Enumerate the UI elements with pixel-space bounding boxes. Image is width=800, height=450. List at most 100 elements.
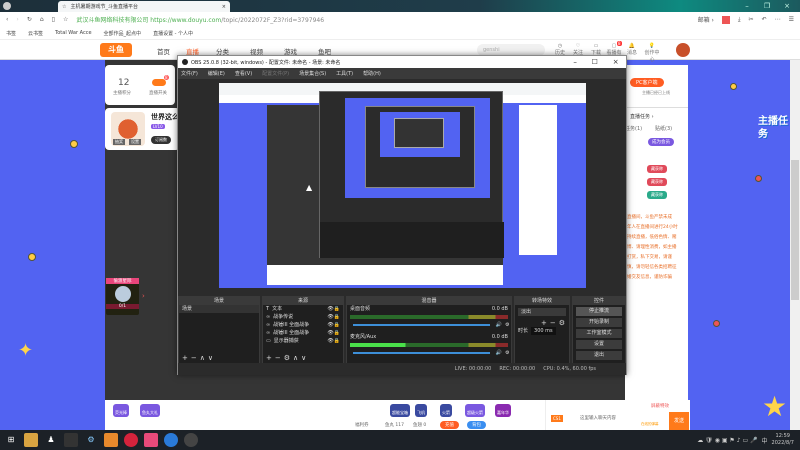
menu-file[interactable]: 文件(F) — [181, 70, 198, 77]
more-icon[interactable]: ⋯ — [775, 16, 781, 23]
charge-button[interactable]: 充值 — [440, 421, 459, 429]
become-member-button[interactable]: 成为会员 — [648, 138, 674, 146]
minimize-button[interactable]: – — [740, 1, 754, 11]
move-down-icon[interactable]: ∨ — [208, 354, 213, 362]
move-up-icon[interactable]: ∧ — [200, 354, 205, 362]
menu-view[interactable]: 查看(V) — [235, 70, 252, 77]
source-item[interactable]: ▭ 显示器捕获 👁🔒 — [263, 337, 343, 345]
add-icon[interactable]: + — [541, 319, 547, 327]
menu-edit[interactable]: 编辑(E) — [208, 70, 225, 77]
event-next-icon[interactable]: › — [142, 292, 145, 300]
netease-music-icon[interactable] — [124, 433, 138, 447]
gear-icon[interactable]: ⚙ — [505, 349, 509, 357]
source-item[interactable]: ∞ 战锤III 全面战争 👁🔒 — [263, 321, 343, 329]
menu-help[interactable]: 帮助(H) — [363, 70, 381, 77]
source-item[interactable]: ∞ 战锤III 全面战争 👁🔒 — [263, 329, 343, 337]
obs-minimize-button[interactable]: – — [573, 58, 577, 66]
reload-icon[interactable]: ↻ — [27, 16, 32, 23]
move-down-icon[interactable]: ∨ — [301, 354, 306, 362]
mail-link[interactable]: 邮箱 › — [698, 15, 714, 24]
bookmark-item[interactable]: 云书签 — [28, 30, 43, 37]
pc-client-button[interactable]: PC客户端 — [630, 78, 664, 87]
obs-close-button[interactable]: × — [613, 58, 619, 66]
maximize-button[interactable]: ❐ — [760, 1, 774, 11]
volume-slider[interactable] — [353, 352, 490, 354]
gift-item[interactable]: 鱼丸大礼 — [140, 404, 160, 417]
exit-button[interactable]: 退出 — [576, 351, 622, 360]
speaker-icon[interactable]: 🔊 — [496, 321, 502, 329]
gift-item[interactable]: 火箭 — [440, 404, 452, 417]
transition-select[interactable]: 淡出 — [518, 308, 566, 316]
remove-icon[interactable]: − — [550, 319, 556, 327]
scissors-icon[interactable]: ✂ — [749, 16, 754, 23]
volume-slider[interactable] — [353, 324, 490, 326]
bookmark-item[interactable]: 全部作品_起点中 — [104, 30, 142, 37]
file-explorer-icon[interactable] — [24, 433, 38, 447]
subscribe-button[interactable]: 订阅数 — [151, 136, 171, 144]
obs-preview[interactable]: ▲ — [219, 83, 586, 288]
bookmark-item[interactable]: Total War Acce — [55, 30, 92, 36]
add-icon[interactable]: + — [182, 354, 188, 362]
tray-icons[interactable]: ☁ 🛡 ◉ ▣ ⚑ ♪ ▭ 🎤 — [697, 437, 757, 444]
tab-tasks[interactable]: 任务(1) — [625, 125, 642, 132]
gear-icon[interactable]: ⚙ — [559, 319, 565, 327]
app-icon[interactable] — [104, 433, 118, 447]
streamer-task-promo[interactable]: 主播任务 — [758, 115, 788, 153]
menu-icon[interactable]: ☰ — [789, 16, 794, 23]
url-input[interactable]: 武汉斗鱼网络科技有限公司 https://www.douyu.com/topic… — [76, 15, 324, 24]
gift-item[interactable]: 嘉年华 — [495, 404, 511, 417]
start-icon[interactable]: ⊞ — [4, 433, 18, 447]
move-up-icon[interactable]: ∧ — [293, 354, 298, 362]
remove-icon[interactable]: − — [191, 354, 197, 362]
close-button[interactable]: × — [780, 1, 794, 11]
tab-stickers[interactable]: 贴纸(3) — [655, 125, 672, 132]
reader-icon[interactable]: ▯ — [52, 16, 55, 23]
back-icon[interactable]: ‹ — [6, 16, 8, 23]
page-scrollbar[interactable] — [790, 60, 800, 430]
forward-icon[interactable]: › — [16, 16, 18, 23]
creator-icon[interactable]: 💡 创作中心 — [644, 43, 660, 64]
start-recording-button[interactable]: 开始录制 — [576, 318, 622, 327]
send-button[interactable]: 发送 — [669, 412, 689, 430]
welfare-link[interactable]: 福利券 — [355, 422, 369, 428]
tab-close-icon[interactable]: × — [222, 4, 226, 10]
source-item[interactable]: T 文本 👁🔒 — [263, 305, 343, 313]
studio-mode-button[interactable]: 工作室模式 — [576, 329, 622, 338]
menu-tools[interactable]: 工具(T) — [336, 70, 353, 77]
extension-icon[interactable] — [721, 15, 730, 24]
duration-input[interactable]: 300 ms — [531, 327, 556, 335]
stop-streaming-button[interactable]: 停止推流 — [576, 307, 622, 316]
browser-tab[interactable]: ☆ 主机暑期游戏节_斗鱼直播平台 × — [58, 1, 230, 12]
block-effects-toggle[interactable]: 屏蔽特效 — [651, 403, 669, 409]
browser-taskbar-icon[interactable] — [164, 433, 178, 447]
gift-item[interactable]: 飞机 — [415, 404, 427, 417]
obs-taskbar-icon[interactable] — [184, 433, 198, 447]
gear-icon[interactable]: ⚙ — [505, 321, 509, 329]
steam-icon[interactable]: ⚙ — [84, 433, 98, 447]
avatar[interactable] — [676, 43, 690, 57]
remove-icon[interactable]: − — [275, 354, 281, 362]
gift-item[interactable]: 超能宝箱 — [390, 404, 410, 417]
app-icon[interactable] — [144, 433, 158, 447]
nav-home[interactable]: 首页 — [157, 46, 170, 56]
live-toggle[interactable] — [152, 79, 166, 86]
bookmark-item[interactable]: 书签 — [6, 30, 16, 37]
gift-item[interactable]: 荧光棒 — [113, 404, 129, 417]
home-icon[interactable]: ⌂ — [40, 16, 44, 23]
menu-scene-collection[interactable]: 场景集合(S) — [299, 70, 326, 77]
source-item[interactable]: ∞ 战争传说 👁🔒 — [263, 313, 343, 321]
bookmark-item[interactable]: 直播设置 - 个人中 — [153, 30, 193, 37]
ime-indicator[interactable]: 中 — [762, 436, 768, 445]
download-icon[interactable]: ⤓ — [738, 16, 741, 24]
obs-maximize-button[interactable]: ☐ — [592, 58, 598, 66]
settings-button[interactable]: 设置 — [576, 340, 622, 349]
clock[interactable]: 12:59 2022/8/7 — [772, 433, 794, 447]
tasks-title[interactable]: 直播任务 › — [630, 113, 654, 120]
add-icon[interactable]: + — [266, 354, 272, 362]
app-icon[interactable] — [64, 433, 78, 447]
scene-item[interactable]: 场景 — [179, 305, 259, 313]
star-icon[interactable]: ☆ — [63, 16, 68, 23]
app-icon[interactable]: ♟ — [44, 433, 58, 447]
speaker-icon[interactable]: 🔊 — [496, 349, 502, 357]
douyu-logo[interactable]: 斗鱼 — [100, 43, 132, 57]
